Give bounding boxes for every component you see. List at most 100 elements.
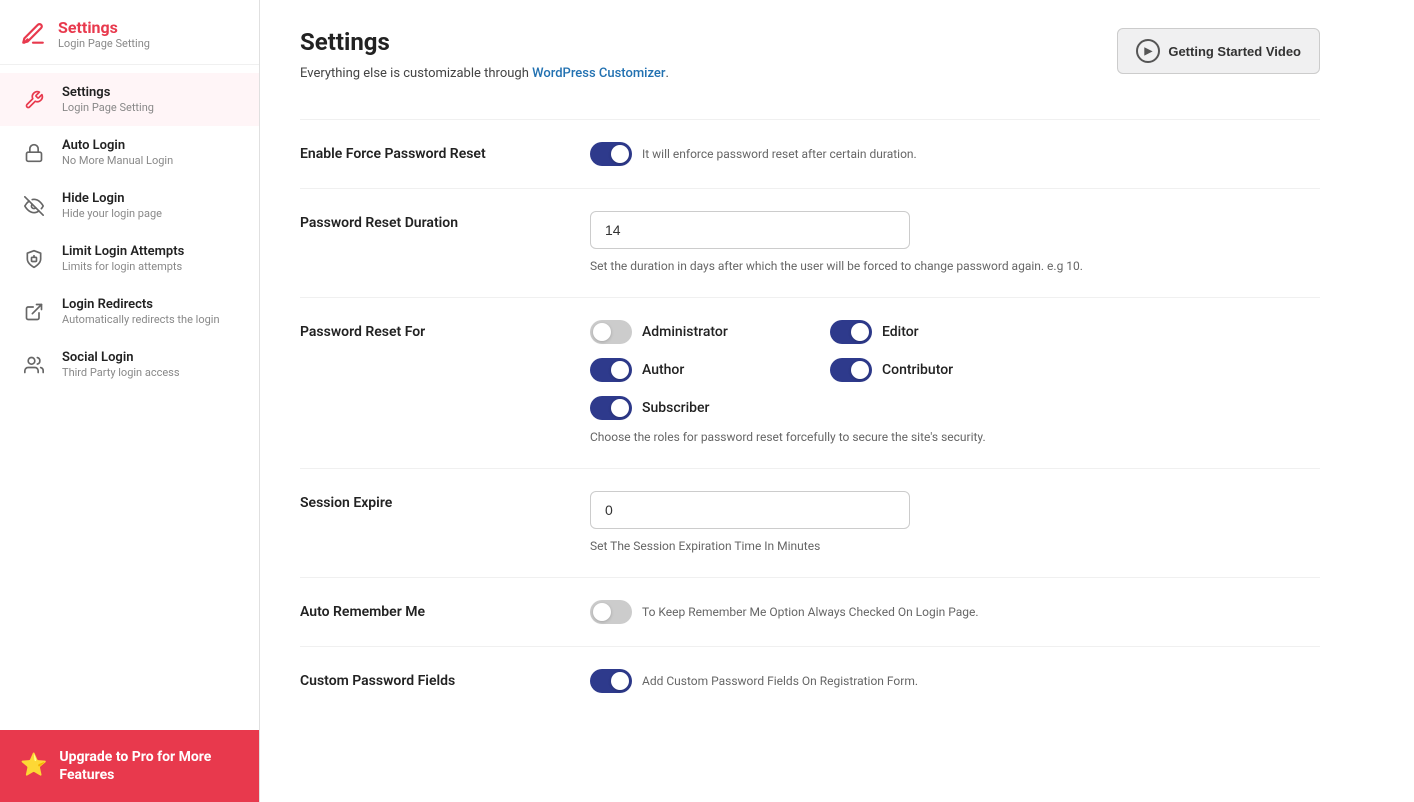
control-password-reset-for: Administrator Editor <box>590 320 1320 446</box>
role-row-contributor: Contributor <box>830 358 1010 382</box>
roles-grid: Administrator Editor <box>590 320 1010 420</box>
row-custom-password-fields: Custom Password Fields Add Custom Passwo… <box>300 669 1320 693</box>
subtitle-text: Everything else is customizable through <box>300 66 532 81</box>
sidebar-item-login-redirects-label: Login Redirects <box>62 297 220 312</box>
sidebar-nav: Settings Login Page Setting Auto Login N… <box>0 65 259 730</box>
sidebar-header: Settings Login Page Setting <box>0 0 259 65</box>
main-header: Settings Everything else is customizable… <box>300 28 1320 111</box>
toggle-slider-auto-remember-me <box>590 600 632 624</box>
desc-custom-password-fields: Add Custom Password Fields On Registrati… <box>642 672 918 690</box>
upgrade-label: Upgrade to Pro for More Features <box>59 748 239 784</box>
user-group-icon <box>20 351 48 379</box>
eye-slash-icon <box>20 192 48 220</box>
role-label-author: Author <box>642 362 684 378</box>
toggle-auto-remember-me[interactable] <box>590 600 632 624</box>
label-enable-force-password: Enable Force Password Reset <box>300 142 560 162</box>
control-enable-force-password: It will enforce password reset after cer… <box>590 142 1320 166</box>
settings-icon <box>20 21 46 47</box>
play-icon: ▶ <box>1136 39 1160 63</box>
control-session-expire: Set The Session Expiration Time In Minut… <box>590 491 1320 555</box>
toggle-custom-password-fields[interactable] <box>590 669 632 693</box>
main-content: Settings Everything else is customizable… <box>260 0 1414 802</box>
toggle-slider-administrator <box>590 320 632 344</box>
row-auto-remember-me: Auto Remember Me To Keep Remember Me Opt… <box>300 600 1320 624</box>
getting-started-button[interactable]: ▶ Getting Started Video <box>1117 28 1320 74</box>
desc-session-expire: Set The Session Expiration Time In Minut… <box>590 537 1320 555</box>
section-session-expire: Session Expire Set The Session Expiratio… <box>300 468 1320 577</box>
sidebar-item-hide-login[interactable]: Hide Login Hide your login page <box>0 179 259 232</box>
role-label-administrator: Administrator <box>642 324 728 340</box>
upgrade-button[interactable]: ⭐ Upgrade to Pro for More Features <box>0 730 259 802</box>
role-row-administrator: Administrator <box>590 320 770 344</box>
input-session-expire[interactable] <box>590 491 910 529</box>
toggle-slider-contributor <box>830 358 872 382</box>
desc-password-reset-duration: Set the duration in days after which the… <box>590 257 1320 275</box>
sidebar-title: Settings <box>58 18 150 37</box>
lock-icon <box>20 139 48 167</box>
sidebar-item-login-redirects-desc: Automatically redirects the login <box>62 313 220 326</box>
toggle-editor[interactable] <box>830 320 872 344</box>
shield-icon <box>20 245 48 273</box>
section-custom-password-fields: Custom Password Fields Add Custom Passwo… <box>300 646 1320 715</box>
label-password-reset-for: Password Reset For <box>300 320 560 340</box>
sidebar-item-limit-login-label: Limit Login Attempts <box>62 244 184 259</box>
role-row-author: Author <box>590 358 770 382</box>
sidebar-item-limit-login[interactable]: Limit Login Attempts Limits for login at… <box>0 232 259 285</box>
sidebar-item-social-login[interactable]: Social Login Third Party login access <box>0 338 259 391</box>
sidebar: Settings Login Page Setting Settings Log… <box>0 0 260 802</box>
toggle-enable-force-password[interactable] <box>590 142 632 166</box>
desc-password-reset-for: Choose the roles for password reset forc… <box>590 428 1320 446</box>
sidebar-item-settings-label: Settings <box>62 85 154 100</box>
star-icon: ⭐ <box>20 753 47 778</box>
wordpress-customizer-link[interactable]: WordPress Customizer <box>532 66 665 81</box>
external-link-icon <box>20 298 48 326</box>
page-subtitle: Everything else is customizable through … <box>300 66 669 81</box>
control-auto-remember-me: To Keep Remember Me Option Always Checke… <box>590 600 1320 624</box>
row-enable-force-password: Enable Force Password Reset It will enfo… <box>300 142 1320 166</box>
role-row-subscriber: Subscriber <box>590 396 770 420</box>
control-password-reset-duration: Set the duration in days after which the… <box>590 211 1320 275</box>
label-password-reset-duration: Password Reset Duration <box>300 211 560 231</box>
toggle-contributor[interactable] <box>830 358 872 382</box>
label-custom-password-fields: Custom Password Fields <box>300 669 560 689</box>
row-password-reset-duration: Password Reset Duration Set the duration… <box>300 211 1320 275</box>
row-password-reset-for: Password Reset For Administrator <box>300 320 1320 446</box>
toggle-slider-author <box>590 358 632 382</box>
section-password-reset-duration: Password Reset Duration Set the duration… <box>300 188 1320 297</box>
toggle-slider-custom-password-fields <box>590 669 632 693</box>
toggle-subscriber[interactable] <box>590 396 632 420</box>
row-session-expire: Session Expire Set The Session Expiratio… <box>300 491 1320 555</box>
desc-auto-remember-me: To Keep Remember Me Option Always Checke… <box>642 603 979 621</box>
sidebar-item-auto-login[interactable]: Auto Login No More Manual Login <box>0 126 259 179</box>
section-enable-force-password: Enable Force Password Reset It will enfo… <box>300 119 1320 188</box>
section-password-reset-for: Password Reset For Administrator <box>300 297 1320 468</box>
sidebar-subtitle: Login Page Setting <box>58 37 150 50</box>
toggle-slider-subscriber <box>590 396 632 420</box>
role-label-contributor: Contributor <box>882 362 953 378</box>
toggle-slider-editor <box>830 320 872 344</box>
label-auto-remember-me: Auto Remember Me <box>300 600 560 620</box>
label-session-expire: Session Expire <box>300 491 560 511</box>
toggle-slider <box>590 142 632 166</box>
section-auto-remember-me: Auto Remember Me To Keep Remember Me Opt… <box>300 577 1320 646</box>
sidebar-item-auto-login-label: Auto Login <box>62 138 173 153</box>
sidebar-item-settings[interactable]: Settings Login Page Setting <box>0 73 259 126</box>
control-custom-password-fields: Add Custom Password Fields On Registrati… <box>590 669 1320 693</box>
sidebar-item-login-redirects[interactable]: Login Redirects Automatically redirects … <box>0 285 259 338</box>
role-label-editor: Editor <box>882 324 919 340</box>
toggle-administrator[interactable] <box>590 320 632 344</box>
role-row-editor: Editor <box>830 320 1010 344</box>
sidebar-item-hide-login-desc: Hide your login page <box>62 207 162 220</box>
input-password-reset-duration[interactable] <box>590 211 910 249</box>
role-label-subscriber: Subscriber <box>642 400 709 416</box>
sidebar-item-limit-login-desc: Limits for login attempts <box>62 260 184 273</box>
sidebar-item-hide-login-label: Hide Login <box>62 191 162 206</box>
sidebar-item-settings-desc: Login Page Setting <box>62 101 154 114</box>
getting-started-label: Getting Started Video <box>1168 44 1301 59</box>
desc-enable-force-password: It will enforce password reset after cer… <box>642 145 917 163</box>
sidebar-item-auto-login-desc: No More Manual Login <box>62 154 173 167</box>
wrench-icon <box>20 86 48 114</box>
page-title: Settings <box>300 28 669 56</box>
toggle-author[interactable] <box>590 358 632 382</box>
sidebar-item-social-login-label: Social Login <box>62 350 180 365</box>
